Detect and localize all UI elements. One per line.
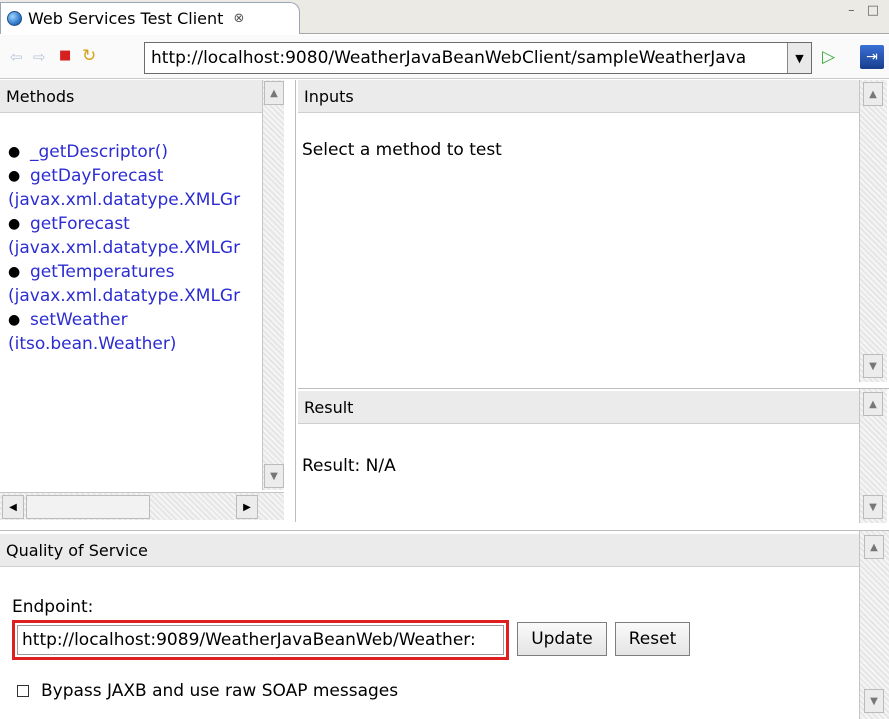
scroll-right-icon[interactable]: ▶ <box>236 495 258 519</box>
method-signature[interactable]: (javax.xml.datatype.XMLGr <box>8 284 262 308</box>
close-tab-icon[interactable]: ⊗ <box>233 11 244 26</box>
qos-header: Quality of Service <box>0 534 859 567</box>
result-vertical-scrollbar[interactable]: ▲ ▼ <box>859 389 887 523</box>
inputs-message: Select a method to test <box>302 140 502 160</box>
reset-button[interactable]: Reset <box>615 622 690 656</box>
method-link[interactable]: ● getForecast <box>8 212 262 236</box>
method-name[interactable]: getDayForecast <box>30 166 163 186</box>
methods-pane: Methods ● _getDescriptor() ● getDayForecast… <box>0 80 296 522</box>
bullet-icon: ● <box>8 168 21 184</box>
scroll-up-icon[interactable]: ▲ <box>863 82 883 106</box>
update-button[interactable]: Update <box>517 622 607 656</box>
tab-title: Web Services Test Client <box>28 9 224 28</box>
method-signature[interactable]: (javax.xml.datatype.XMLGr <box>8 236 262 260</box>
scroll-down-icon[interactable]: ▼ <box>863 495 883 519</box>
stop-icon[interactable]: ■ <box>59 48 71 63</box>
endpoint-label: Endpoint: <box>12 597 94 617</box>
bullet-icon: ● <box>8 144 21 160</box>
bypass-jaxb-checkbox[interactable] <box>17 685 29 697</box>
result-header: Result <box>298 391 859 424</box>
quality-of-service-pane: Quality of Service Endpoint: Update Rese… <box>0 530 889 719</box>
window-controls[interactable]: – □ <box>848 3 883 18</box>
inputs-header: Inputs <box>298 80 859 113</box>
bypass-jaxb-label: Bypass JAXB and use raw SOAP messages <box>41 681 399 701</box>
bypass-jaxb-row[interactable]: Bypass JAXB and use raw SOAP messages <box>17 681 398 701</box>
result-text: Result: N/A <box>302 456 396 476</box>
method-name[interactable]: getTemperatures <box>30 262 174 282</box>
go-icon[interactable]: ▷ <box>822 47 835 67</box>
url-dropdown-icon[interactable]: ▼ <box>787 43 811 73</box>
bullet-icon: ● <box>8 216 21 232</box>
scroll-left-icon[interactable]: ◀ <box>2 495 24 519</box>
inputs-pane: Inputs Select a method to test ▲ ▼ <box>298 80 889 382</box>
scroll-down-icon[interactable]: ▼ <box>863 354 883 378</box>
method-signature[interactable]: (itso.bean.Weather) <box>8 332 262 356</box>
method-signature[interactable]: (javax.xml.datatype.XMLGr <box>8 188 262 212</box>
forward-arrow-icon[interactable]: ⇨ <box>33 48 46 66</box>
method-link[interactable]: ● getDayForecast <box>8 164 262 188</box>
url-field[interactable]: http://localhost:9080/WeatherJavaBeanWeb… <box>151 48 787 68</box>
method-name[interactable]: setWeather <box>30 310 128 330</box>
method-link[interactable]: ● getTemperatures <box>8 260 262 284</box>
method-name[interactable]: _getDescriptor() <box>30 142 168 162</box>
globe-icon <box>7 11 22 26</box>
methods-vertical-scrollbar[interactable]: ▲ ▼ <box>262 80 284 490</box>
open-external-browser-icon[interactable]: ⇥ <box>860 45 884 69</box>
scroll-up-icon[interactable]: ▲ <box>264 81 284 105</box>
bullet-icon: ● <box>8 264 21 280</box>
method-name[interactable]: getForecast <box>30 214 130 234</box>
url-combobox[interactable]: http://localhost:9080/WeatherJavaBeanWeb… <box>144 42 812 74</box>
bullet-icon: ● <box>8 312 21 328</box>
scroll-down-icon[interactable]: ▼ <box>264 464 284 488</box>
scroll-thumb[interactable] <box>26 495 150 519</box>
endpoint-input[interactable] <box>17 625 504 655</box>
scroll-up-icon[interactable]: ▲ <box>863 392 883 416</box>
scroll-down-icon[interactable]: ▼ <box>864 689 884 713</box>
method-link[interactable]: ● setWeather <box>8 308 262 332</box>
refresh-icon[interactable]: ↻ <box>82 46 96 66</box>
method-link[interactable]: ● _getDescriptor() <box>8 140 262 164</box>
tab-web-services-test-client[interactable]: Web Services Test Client ⊗ <box>0 2 300 34</box>
methods-header: Methods <box>0 80 262 113</box>
scroll-up-icon[interactable]: ▲ <box>864 535 884 559</box>
result-pane: Result Result: N/A ▲ ▼ <box>298 388 889 523</box>
methods-horizontal-scrollbar[interactable]: ◀ ▶ <box>0 492 284 520</box>
inputs-vertical-scrollbar[interactable]: ▲ ▼ <box>859 80 887 382</box>
methods-list: ● _getDescriptor() ● getDayForecast (javax.x… <box>8 140 262 356</box>
qos-vertical-scrollbar[interactable]: ▲ ▼ <box>859 531 889 719</box>
back-arrow-icon[interactable]: ⇦ <box>10 48 23 66</box>
